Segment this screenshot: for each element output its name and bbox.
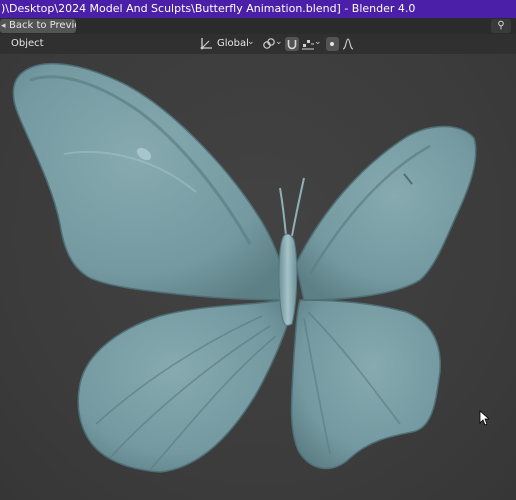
butterfly-model[interactable] <box>0 54 516 500</box>
back-arrow-icon: ◂ <box>1 21 6 31</box>
magnet-icon <box>287 40 297 50</box>
pivot-link-icon[interactable] <box>262 37 276 51</box>
object-mode-menu[interactable]: Object <box>11 38 44 49</box>
left-antenna <box>279 187 287 237</box>
top-bar: ◂ Back to Previous ⚲ <box>0 18 516 34</box>
butterfly-body <box>278 233 298 327</box>
window-titlebar: )\Desktop\2024 Model And Sculpts\Butterf… <box>0 0 516 18</box>
left-fore-wing <box>12 62 287 301</box>
back-to-previous-button[interactable]: ◂ Back to Previous <box>0 19 76 33</box>
back-to-previous-label: Back to Previous <box>9 20 76 31</box>
mouse-cursor-icon <box>479 410 489 426</box>
transform-orientation-icon <box>200 38 212 50</box>
chevron-down-icon[interactable]: ⌄ <box>275 37 283 47</box>
transform-orientation-dropdown[interactable]: Global <box>217 38 249 49</box>
left-hind-wing <box>77 299 291 473</box>
snap-target-icon[interactable] <box>301 37 315 51</box>
3d-viewport[interactable] <box>0 54 516 500</box>
window-title: )\Desktop\2024 Model And Sculpts\Butterf… <box>1 2 416 15</box>
falloff-curve-icon[interactable] <box>342 37 354 51</box>
right-antenna <box>291 177 305 237</box>
proportional-editing-icon <box>330 42 334 46</box>
right-hind-wing <box>290 299 441 470</box>
snap-toggle-button[interactable] <box>285 37 299 51</box>
chevron-down-icon[interactable]: ⌄ <box>247 37 255 47</box>
scene-icon[interactable]: ⚲ <box>491 19 511 33</box>
proportional-editing-button[interactable] <box>326 37 339 51</box>
right-fore-wing <box>295 125 477 301</box>
viewport-header: Object Global ⌄ ⌄ ⌄ <box>0 34 516 54</box>
chevron-down-icon[interactable]: ⌄ <box>314 37 322 47</box>
